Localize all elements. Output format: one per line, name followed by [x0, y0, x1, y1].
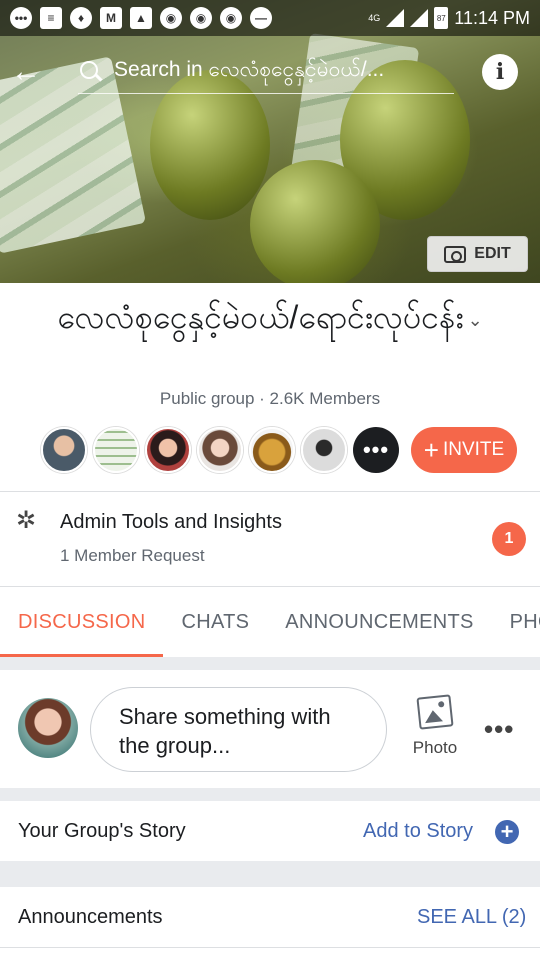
signal-icon — [410, 9, 429, 27]
group-story-row: Your Group's Story Add to Story + — [0, 801, 540, 861]
photo-button[interactable]: Photo — [400, 694, 470, 758]
back-arrow-icon[interactable]: ← — [0, 48, 52, 96]
notification-icons: ••• ≡ ♦ M ▲ ◉ ◉ ◉ — — [10, 7, 272, 29]
search-icon — [78, 59, 104, 85]
tab-chats[interactable]: CHATS — [163, 587, 267, 657]
divider — [0, 947, 540, 948]
add-circle-icon[interactable]: + — [495, 820, 519, 844]
tab-photos[interactable]: PHOTOS — [492, 587, 540, 657]
chrome-icon: ◉ — [190, 7, 212, 29]
group-tabs: DISCUSSION CHATS ANNOUNCEMENTS PHOTOS — [0, 587, 540, 657]
avatar[interactable] — [301, 427, 347, 473]
plus-icon: + — [423, 435, 439, 465]
avatar[interactable] — [249, 427, 295, 473]
members-row: ••• + INVITE — [41, 427, 517, 473]
group-meta: Public group · 2.6K Members — [159, 389, 381, 408]
camera-icon — [444, 245, 467, 263]
composer-input[interactable]: Share something with the group... — [90, 687, 387, 772]
more-members-icon[interactable]: ••• — [353, 427, 399, 473]
add-to-story-link[interactable]: Add to Story — [363, 820, 473, 843]
group-name[interactable]: လေလံစုငွေနှင့်မဲဝယ်/ရောင်းလုပ်ငန်း ⌄ — [20, 296, 520, 341]
tab-discussion[interactable]: DISCUSSION — [0, 587, 164, 657]
shield-icon: ♦ — [70, 7, 92, 29]
photo-icon — [416, 694, 454, 730]
section-separator — [0, 861, 540, 887]
invite-label: INVITE — [442, 439, 505, 460]
announcements-title: Announcements — [18, 906, 163, 928]
post-composer: Share something with the group... Photo … — [0, 670, 540, 788]
member-request-text: 1 Member Request — [60, 546, 205, 565]
do-not-disturb-icon: — — [250, 7, 272, 29]
cover-pot — [250, 160, 380, 283]
avatar[interactable] — [18, 698, 78, 758]
network-label: 4G — [368, 13, 381, 23]
avatar[interactable] — [93, 427, 139, 473]
section-separator — [0, 788, 540, 801]
search-input[interactable]: Search in လေလံစုငွေနှင့်မဲဝယ်/... — [78, 50, 454, 94]
clock: 11:14 PM — [454, 7, 530, 28]
section-separator — [0, 657, 540, 670]
chrome-icon: ◉ — [160, 7, 182, 29]
cover-photo[interactable]: ••• ≡ ♦ M ▲ ◉ ◉ ◉ — 4G 87 11:14 PM ← Sea… — [0, 0, 540, 283]
see-all-link[interactable]: SEE ALL (2) — [417, 906, 526, 929]
admin-tools-icon: ✲ — [16, 507, 37, 534]
notification-badge: 1 — [492, 522, 526, 556]
more-options-icon[interactable]: ••• — [484, 714, 514, 745]
announcements-row: Announcements SEE ALL (2) — [0, 887, 540, 947]
invite-button[interactable]: + INVITE — [411, 427, 517, 473]
photo-label: Photo — [412, 738, 458, 757]
search-placeholder: Search in လေလံစုငွေနှင့်မဲဝယ်/... — [114, 58, 385, 81]
document-icon: ≡ — [40, 7, 62, 29]
status-bar: ••• ≡ ♦ M ▲ ◉ ◉ ◉ — 4G 87 11:14 PM — [0, 0, 540, 36]
signal-icon — [386, 9, 405, 27]
avatar[interactable] — [145, 427, 191, 473]
edit-label: EDIT — [474, 245, 511, 262]
gmail-icon: M — [100, 7, 122, 29]
chrome-icon: ◉ — [220, 7, 242, 29]
status-right: 4G 87 11:14 PM — [368, 7, 530, 29]
top-search-bar: ← Search in လေလံစုငွေနှင့်မဲဝယ်/... i — [0, 48, 540, 96]
admin-tools-row[interactable]: ✲ Admin Tools and Insights 1 Member Requ… — [0, 492, 540, 586]
group-story-title: Your Group's Story — [18, 820, 186, 842]
group-name-text: လေလံစုငွေနှင့်မဲဝယ်/ရောင်းလုပ်ငန်း — [57, 299, 464, 335]
battery-icon: 87 — [434, 7, 449, 29]
tab-announcements[interactable]: ANNOUNCEMENTS — [267, 587, 491, 657]
chevron-down-icon[interactable]: ⌄ — [468, 299, 483, 341]
image-icon: ▲ — [130, 7, 152, 29]
avatar[interactable] — [197, 427, 243, 473]
info-icon[interactable]: i — [482, 54, 518, 90]
edit-cover-button[interactable]: EDIT — [427, 236, 528, 272]
avatar[interactable] — [41, 427, 87, 473]
chat-icon: ••• — [10, 7, 32, 29]
admin-tools-title: Admin Tools and Insights — [60, 511, 282, 533]
